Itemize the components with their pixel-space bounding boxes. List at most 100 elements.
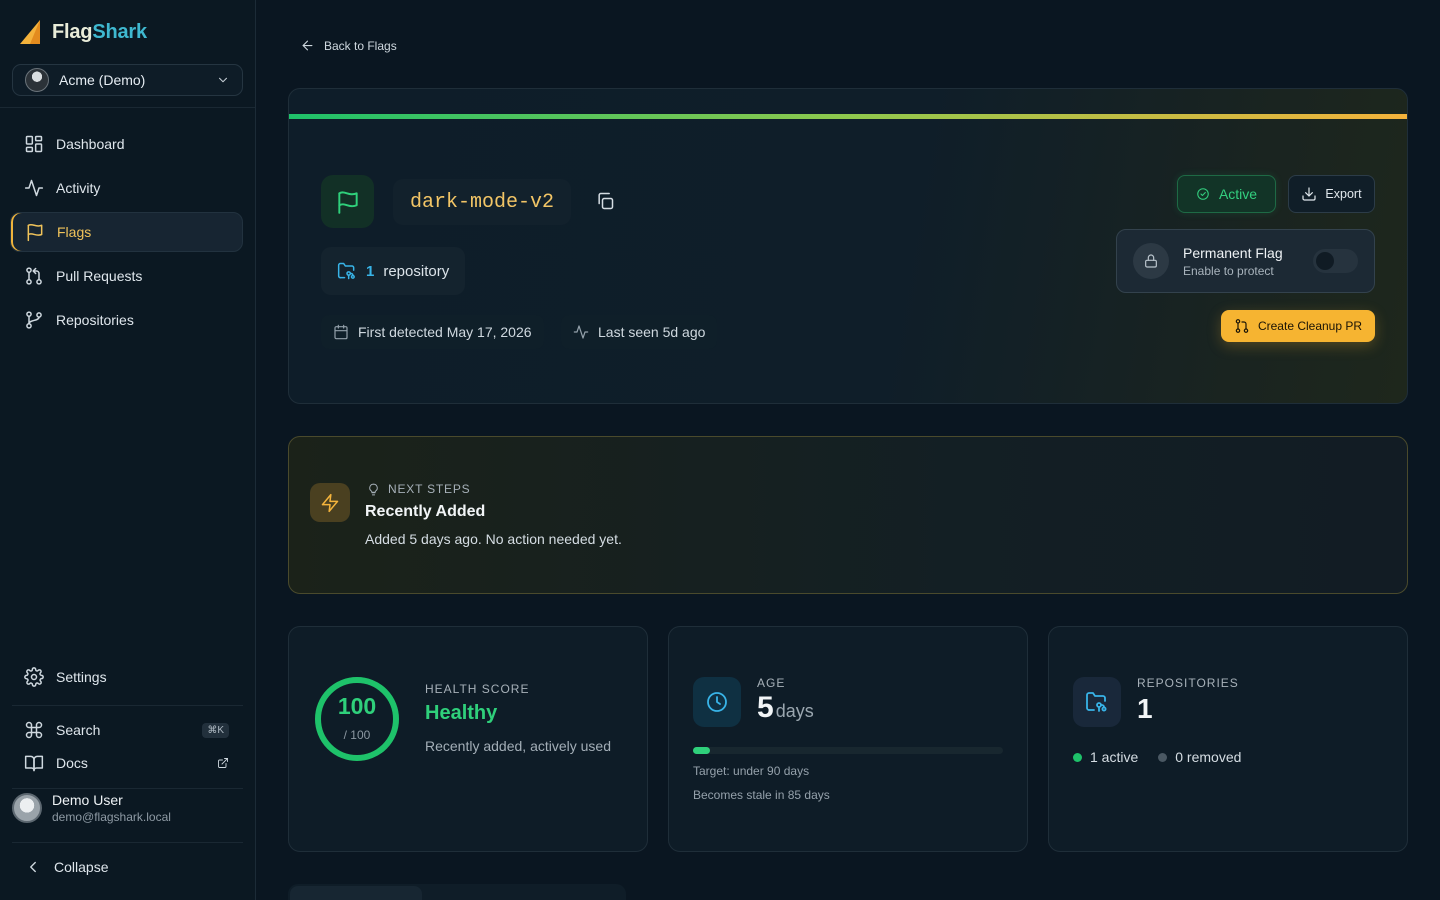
- health-status: Healthy: [425, 702, 498, 724]
- health-score-value: 100: [337, 693, 377, 719]
- user-profile[interactable]: Demo User demo@flagshark.local: [12, 792, 171, 824]
- folder-git-icon: [337, 262, 355, 280]
- back-label: Back to Flags: [324, 38, 397, 53]
- tab-active[interactable]: [290, 886, 422, 900]
- chevron-down-icon: [218, 77, 228, 83]
- keyboard-shortcut-badge: ⌘K: [202, 722, 229, 738]
- export-button[interactable]: Export: [1288, 175, 1375, 213]
- book-icon: [24, 755, 44, 772]
- collapse-button[interactable]: Collapse: [10, 847, 243, 887]
- next-steps-label-text: NEXT STEPS: [388, 482, 471, 496]
- create-cleanup-pr-button[interactable]: Create Cleanup PR: [1221, 310, 1375, 342]
- pull-request-icon: [1235, 319, 1249, 333]
- collapse-label: Collapse: [54, 859, 109, 875]
- repositories-card: REPOSITORIES 1 1 active 0 removed: [1048, 626, 1408, 852]
- download-icon: [1302, 187, 1317, 201]
- age-number: 5: [757, 691, 774, 724]
- health-score-label: HEALTH SCORE: [425, 682, 530, 696]
- nav-item-flags[interactable]: Flags: [10, 212, 243, 252]
- arrow-left-icon: [302, 40, 313, 51]
- copy-button[interactable]: [595, 191, 615, 211]
- status-badge[interactable]: Active: [1177, 175, 1276, 213]
- removed-count: 0 removed: [1175, 749, 1242, 765]
- removed-dot: [1158, 752, 1168, 762]
- sidebar: FlagShark Acme (Demo) Dashboard Activity…: [0, 0, 256, 900]
- flag-icon: [337, 190, 358, 214]
- repo-count: 1: [366, 262, 375, 280]
- logo-icon: [20, 20, 40, 44]
- active-dot: [1073, 752, 1082, 762]
- nav-item-settings[interactable]: Settings: [10, 657, 243, 697]
- nav-label: Dashboard: [56, 136, 125, 152]
- divider: [12, 842, 243, 843]
- flag-header-card: dark-mode-v2 1 repository First detected…: [288, 88, 1408, 404]
- next-steps-description: Added 5 days ago. No action needed yet.: [365, 531, 622, 547]
- health-score-max: / 100: [343, 728, 371, 742]
- nav-item-repositories[interactable]: Repositories: [10, 300, 243, 340]
- tab-bar: [288, 884, 626, 900]
- search-label: Search: [56, 722, 101, 738]
- divider: [12, 788, 243, 789]
- flag-name: dark-mode-v2: [393, 179, 572, 225]
- nav-item-dashboard[interactable]: Dashboard: [10, 124, 243, 164]
- next-steps-title: Recently Added: [365, 503, 486, 520]
- age-target: Target: under 90 days: [693, 764, 810, 778]
- avatar: [12, 793, 42, 823]
- next-steps-card: NEXT STEPS Recently Added Added 5 days a…: [288, 436, 1408, 594]
- permanent-title: Permanent Flag: [1183, 244, 1283, 261]
- back-link[interactable]: Back to Flags: [300, 38, 397, 53]
- permanent-subtitle: Enable to protect: [1183, 263, 1274, 278]
- command-icon: [25, 721, 43, 739]
- health-description: Recently added, actively used: [425, 738, 611, 754]
- repository-count-pill[interactable]: 1 repository: [321, 247, 466, 295]
- age-card: AGE 5 days Target: under 90 days Becomes …: [668, 626, 1028, 852]
- nav-label: Activity: [56, 180, 101, 196]
- logo-text: FlagShark: [52, 20, 147, 43]
- next-steps-label: NEXT STEPS: [367, 482, 470, 496]
- git-branch-icon: [26, 311, 42, 329]
- docs-link[interactable]: Docs: [10, 743, 243, 783]
- age-progress-bar: [693, 747, 1003, 754]
- user-name: Demo User: [52, 792, 123, 808]
- age-label: AGE: [757, 676, 786, 690]
- org-name: Acme (Demo): [59, 72, 146, 88]
- repositories-label: REPOSITORIES: [1137, 676, 1239, 690]
- nav-item-pull-requests[interactable]: Pull Requests: [10, 256, 243, 296]
- repositories-legend: 1 active 0 removed: [1073, 749, 1241, 765]
- lightning-icon: [310, 483, 350, 522]
- copy-icon: [598, 192, 614, 210]
- divider: [0, 107, 255, 108]
- flag-icon: [27, 223, 43, 242]
- logo[interactable]: FlagShark: [18, 18, 147, 46]
- nav-label: Repositories: [56, 312, 134, 328]
- nav-label: Pull Requests: [56, 268, 143, 284]
- age-progress-fill: [693, 747, 711, 754]
- dashboard-icon: [25, 135, 43, 153]
- external-link-icon: [218, 758, 228, 768]
- permanent-flag-panel: Permanent Flag Enable to protect: [1116, 229, 1375, 293]
- lock-icon: [1133, 243, 1169, 279]
- gear-icon: [24, 667, 44, 687]
- nav-label: Settings: [56, 669, 107, 685]
- pull-request-icon: [26, 267, 42, 285]
- status-label: Active: [1218, 186, 1258, 202]
- flag-badge: [321, 175, 374, 228]
- divider: [12, 705, 243, 706]
- org-switcher[interactable]: Acme (Demo): [12, 64, 243, 96]
- folder-git-icon: [1073, 677, 1121, 727]
- status-gradient-bar: [289, 114, 1407, 119]
- last-seen: Last seen 5d ago: [561, 315, 718, 349]
- first-detected-text: First detected May 17, 2026: [358, 324, 532, 340]
- lightbulb-icon: [369, 483, 378, 495]
- org-avatar: [25, 68, 49, 92]
- permanent-toggle[interactable]: [1313, 249, 1358, 273]
- age-unit: days: [775, 701, 814, 721]
- cleanup-label: Create Cleanup PR: [1257, 319, 1363, 333]
- active-count: 1 active: [1090, 749, 1139, 765]
- health-score-card: 100 / 100 HEALTH SCORE Healthy Recently …: [288, 626, 648, 852]
- age-stale-note: Becomes stale in 85 days: [693, 788, 830, 802]
- nav-label: Flags: [57, 224, 92, 240]
- nav-item-activity[interactable]: Activity: [10, 168, 243, 208]
- activity-icon: [24, 179, 44, 197]
- repo-word: repository: [383, 262, 450, 280]
